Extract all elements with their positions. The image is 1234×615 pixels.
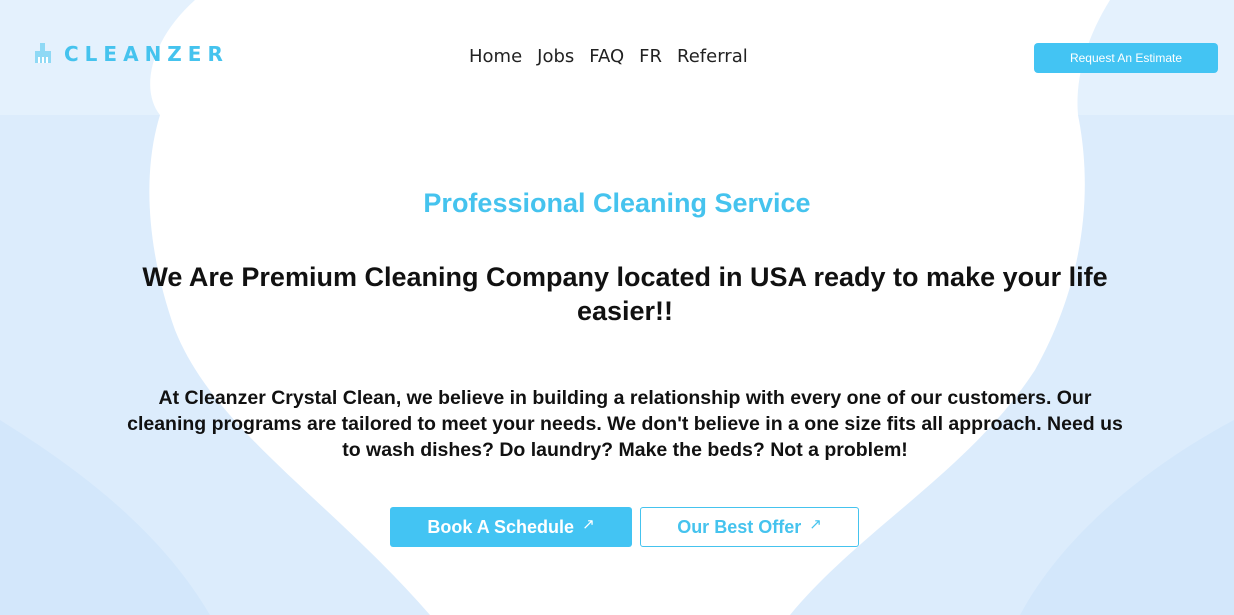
brand-logo[interactable]: CLEANZER	[32, 42, 229, 66]
best-offer-label: Our Best Offer	[677, 516, 802, 537]
nav-home[interactable]: Home	[469, 46, 522, 67]
nav-faq[interactable]: FAQ	[589, 46, 624, 67]
brand-name: CLEANZER	[64, 42, 229, 66]
page: CLEANZER Home Jobs FAQ FR Referral Reque…	[0, 0, 1234, 615]
book-schedule-button[interactable]: Book A Schedule ↗	[390, 507, 632, 547]
hero-cta-row: Book A Schedule ↗ Our Best Offer ↗	[390, 507, 859, 547]
main-nav: Home Jobs FAQ FR Referral	[469, 46, 748, 67]
nav-jobs[interactable]: Jobs	[537, 46, 574, 67]
nav-referral[interactable]: Referral	[677, 46, 748, 67]
hero-subtitle: Professional Cleaning Service	[423, 188, 811, 218]
best-offer-button[interactable]: Our Best Offer ↗	[640, 507, 859, 547]
hero-title: We Are Premium Cleaning Company located …	[142, 262, 1108, 326]
book-schedule-label: Book A Schedule	[427, 516, 575, 537]
arrow-up-right-icon: ↗	[809, 516, 822, 533]
arrow-up-right-icon: ↗	[582, 516, 595, 533]
nav-fr[interactable]: FR	[639, 46, 662, 67]
request-estimate-button[interactable]: Request An Estimate	[1034, 43, 1218, 73]
hero-description: At Cleanzer Crystal Clean, we believe in…	[127, 387, 1123, 461]
cleaning-bucket-icon	[35, 43, 51, 63]
